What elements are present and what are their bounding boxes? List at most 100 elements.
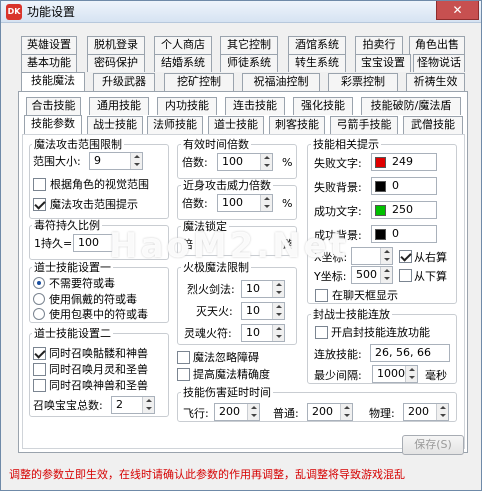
from-right-checkbox[interactable] [399,250,412,263]
flame-spinner[interactable] [272,303,284,319]
from-bottom-checkbox[interactable] [399,269,412,282]
tab-marriage[interactable]: 结婚系统 [154,54,212,72]
subtab-break-defense[interactable]: 技能破防/魔法盾 [361,97,461,115]
poison-input[interactable]: 100 [73,234,113,252]
summon2-checkbox[interactable] [33,363,46,376]
time-mult-spinner[interactable] [260,154,272,170]
tab-bless-oil[interactable]: 祝福油控制 [242,73,320,91]
combo-skills-input[interactable]: 26, 56, 66 [370,344,450,362]
summon3-checkbox[interactable] [33,379,46,392]
range-size-label: 范围大小: [33,155,81,168]
poison-title: 毒符持久比例 [32,219,102,232]
bag-talisman-radio[interactable] [33,308,45,320]
seal-combo-checkbox[interactable] [315,326,328,339]
save-button[interactable]: 保存(S) [402,435,464,455]
phys-delay-input[interactable]: 200 [403,403,449,421]
time-mult-label: 倍数: [182,156,208,169]
min-interval-spinner[interactable] [405,366,417,382]
tab-hero[interactable]: 英雄设置 [21,36,77,54]
summon1-label: 同时召唤骷髅和神兽 [49,347,148,360]
subtab-assassin[interactable]: 刺客技能 [269,116,325,134]
tab-offline-login[interactable]: 脱机登录 [87,36,145,54]
tab-tavern[interactable]: 酒馆系统 [288,36,346,54]
fire-sword-spinner[interactable] [272,281,284,297]
subtab-chain[interactable]: 连击技能 [225,97,285,115]
magic-range-title: 魔法攻击范围限制 [32,138,124,151]
damage-delay-title: 技能伤害延时时间 [181,386,273,399]
tab-rebirth[interactable]: 转生系统 [288,54,346,72]
tab-upgrade-weapon[interactable]: 升级武器 [93,73,155,91]
y-coord-spinner[interactable] [380,267,392,283]
subtab-inner[interactable]: 内功技能 [157,97,217,115]
tab-master[interactable]: 师徒系统 [220,54,278,72]
tab-char-sale[interactable]: 角色出售 [409,36,465,54]
fire-sword-input[interactable]: 10 [241,280,285,298]
ignore-block-checkbox[interactable] [177,351,190,364]
show-chat-checkbox[interactable] [315,289,328,302]
subtab-combo[interactable]: 合击技能 [26,97,81,115]
min-interval-input[interactable]: 1000 [372,365,418,383]
tab-auction[interactable]: 拍卖行 [355,36,403,54]
ignore-block-label: 魔法忽略障碍 [193,351,259,364]
melee-mult-spinner[interactable] [260,195,272,211]
subtab-params[interactable]: 技能参数 [24,115,82,134]
ok-bg-swatch [375,229,386,240]
soul-spinner[interactable] [272,325,284,341]
tab-mining[interactable]: 挖矿控制 [164,73,234,91]
tab-monster-talk[interactable]: 怪物说话 [413,54,465,72]
tab-other-control[interactable]: 其它控制 [220,36,278,54]
watermark: HaoM2.Net [109,226,349,266]
melee-mult-input[interactable]: 100 [217,194,273,212]
melee-mult-unit: % [282,197,293,210]
normal-delay-spinner[interactable] [340,404,352,420]
fail-bg-color-select[interactable]: 0 [371,177,437,195]
visual-range-checkbox[interactable] [33,178,46,191]
tab-password[interactable]: 密码保护 [87,54,145,72]
x-coord-input[interactable] [351,247,393,265]
ok-bg-color-select[interactable]: 0 [371,225,437,243]
tab-pray[interactable]: 祈祷生效 [406,73,465,91]
fly-delay-spinner[interactable] [247,404,259,420]
phys-delay-label: 物理: [369,407,395,420]
x-coord-spinner[interactable] [380,248,392,264]
tab-lottery[interactable]: 彩票控制 [328,73,398,91]
subtab-monk[interactable]: 武僧技能 [403,116,463,134]
y-coord-input[interactable]: 500 [351,266,393,284]
subtab-strengthen[interactable]: 强化技能 [293,97,353,115]
tab-skill-magic[interactable]: 技能魔法 [21,72,85,91]
subtab-taoist[interactable]: 道士技能 [208,116,264,134]
subtab-archer[interactable]: 弓箭手技能 [330,116,398,134]
tab-pet[interactable]: 宝宝设置 [355,54,411,72]
tab-basic[interactable]: 基本功能 [21,54,77,72]
phys-delay-spinner[interactable] [436,404,448,420]
summon2-label: 同时召唤月灵和圣兽 [49,363,148,376]
tab-personal-shop[interactable]: 个人商店 [154,36,212,54]
close-button[interactable]: ✕ [436,1,479,20]
ok-text-color-select[interactable]: 250 [371,201,437,219]
no-talisman-radio[interactable] [33,277,45,289]
normal-delay-label: 普通: [273,407,299,420]
range-size-input[interactable]: 9 [89,152,143,170]
summon1-checkbox[interactable] [33,347,46,360]
summon-total-spinner[interactable] [142,397,154,413]
fly-delay-input[interactable]: 200 [214,403,260,421]
range-tip-checkbox[interactable] [33,198,46,211]
soul-input[interactable]: 10 [241,324,285,342]
normal-delay-input[interactable]: 200 [307,403,353,421]
time-mult-input[interactable]: 100 [217,153,273,171]
seal-combo-title: 封战士技能连放 [311,308,392,321]
app-icon: DK [6,4,22,20]
summon-total-input[interactable]: 2 [111,396,155,414]
subtab-warrior[interactable]: 战士技能 [87,116,143,134]
worn-talisman-radio[interactable] [33,293,45,305]
flame-input[interactable]: 10 [241,302,285,320]
melee-mult-label: 倍数: [182,197,208,210]
time-mult-title: 有效时间倍数 [181,138,251,151]
improve-accuracy-checkbox[interactable] [177,368,190,381]
subtab-general[interactable]: 通用技能 [89,97,149,115]
range-size-spinner[interactable] [130,153,142,169]
fail-text-color-select[interactable]: 249 [371,153,437,171]
fail-bg-swatch [375,181,386,192]
fly-delay-label: 飞行: [183,407,209,420]
subtab-mage[interactable]: 法师技能 [147,116,203,134]
